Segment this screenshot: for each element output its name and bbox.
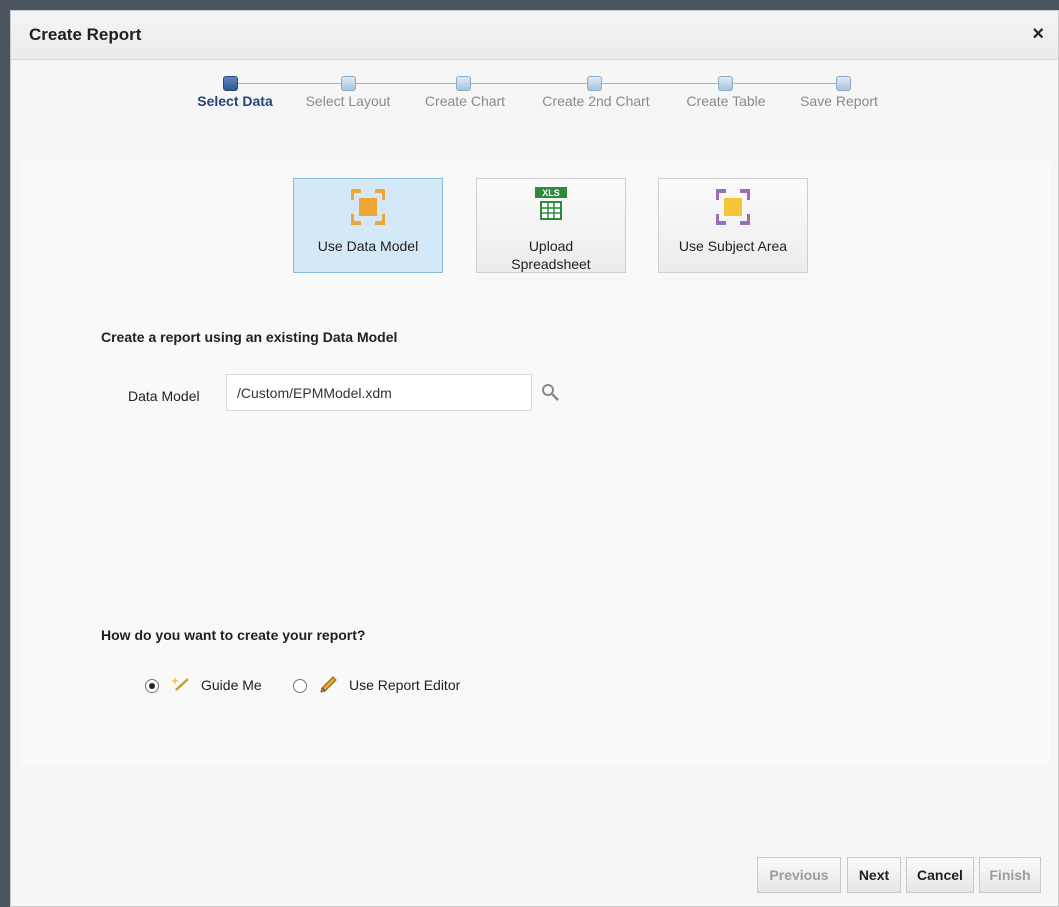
train-stop-select-layout[interactable] [341,76,356,91]
use-subject-area-label: Use Subject Area [678,238,788,254]
upload-spreadsheet-button[interactable]: XLS Upload Spreadsheet [476,178,626,273]
content-panel: Use Data Model XLS Upload Spreadsheet Us… [21,161,1050,766]
train-stop-create-table[interactable] [718,76,733,91]
data-model-path-input[interactable] [226,374,532,411]
train-connector [231,83,843,84]
xls-badge-text: XLS [542,188,560,198]
dialog-title: Create Report [29,25,142,44]
train-label-create-2nd-chart[interactable]: Create 2nd Chart [542,93,649,109]
train-label-create-table[interactable]: Create Table [686,93,765,109]
create-mode-options: Guide Me Use Report Editor [21,671,621,699]
xls-spreadsheet-icon: XLS [534,187,568,230]
use-report-editor-label[interactable]: Use Report Editor [349,677,460,693]
create-report-dialog: Create Report × Select Data Select Layou… [10,10,1059,907]
create-mode-question: How do you want to create your report? [101,627,366,643]
train-label-create-chart[interactable]: Create Chart [425,93,505,109]
finish-button[interactable]: Finish [979,857,1041,893]
magic-wand-icon [171,675,191,700]
cancel-button[interactable]: Cancel [906,857,974,893]
train-stop-create-2nd-chart[interactable] [587,76,602,91]
train-label-select-layout[interactable]: Select Layout [306,93,391,109]
train-stop-select-data[interactable] [223,76,238,91]
guide-me-radio[interactable] [145,679,159,693]
upload-spreadsheet-label: Upload Spreadsheet [511,238,591,272]
pencil-icon [318,675,338,700]
train-stop-save-report[interactable] [836,76,851,91]
data-model-icon [350,189,386,228]
train-label-save-report[interactable]: Save Report [800,93,878,109]
use-data-model-label: Use Data Model [317,238,419,254]
close-icon[interactable]: × [1032,23,1044,46]
use-data-model-button[interactable]: Use Data Model [293,178,443,273]
wizard-train: Select Data Select Layout Create Chart C… [11,59,1058,139]
use-report-editor-radio[interactable] [293,679,307,693]
subject-area-icon [715,189,751,228]
use-subject-area-button[interactable]: Use Subject Area [658,178,808,273]
train-stop-create-chart[interactable] [456,76,471,91]
next-button[interactable]: Next [847,857,901,893]
guide-me-label[interactable]: Guide Me [201,677,262,693]
dialog-titlebar: Create Report × [11,11,1058,60]
data-model-section-title: Create a report using an existing Data M… [101,329,398,345]
train-label-select-data[interactable]: Select Data [197,93,272,109]
data-model-field-label: Data Model [128,388,200,404]
search-icon[interactable] [541,383,561,403]
previous-button[interactable]: Previous [757,857,841,893]
